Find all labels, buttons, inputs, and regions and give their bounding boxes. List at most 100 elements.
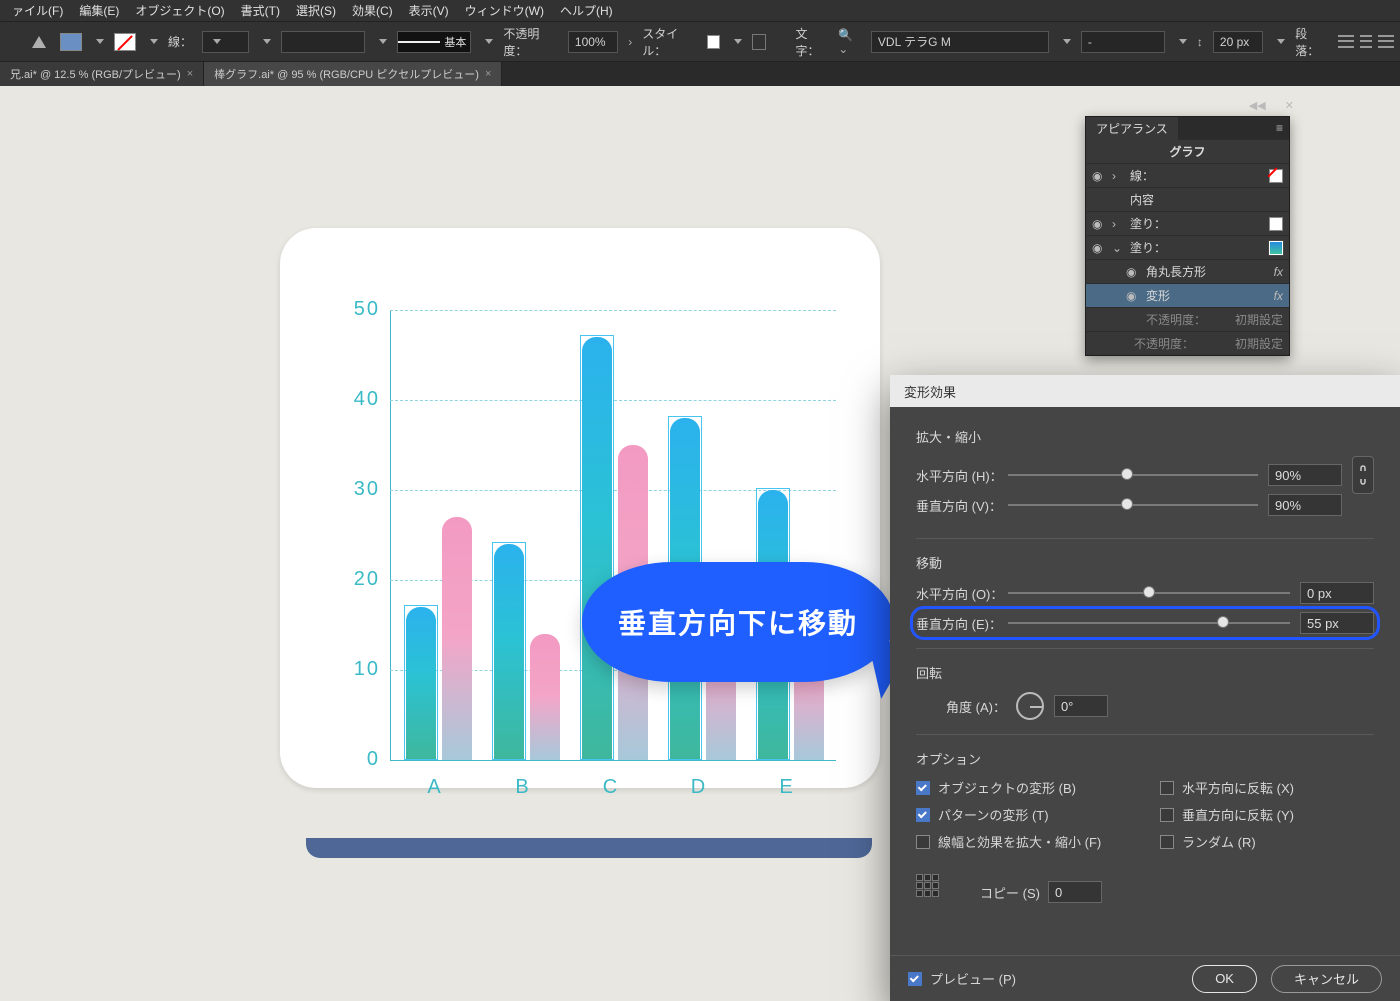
panel-close-icon[interactable]: ✕ — [1285, 99, 1294, 112]
ok-button[interactable]: OK — [1192, 965, 1257, 993]
close-icon[interactable]: × — [485, 68, 491, 80]
appearance-panel: ◀◀ ✕ アピアランス ≡ グラフ ◉ › 線： 内容 ◉ › 塗り： ◉ ⌄ … — [1085, 116, 1290, 356]
y-tick: 0 — [326, 748, 390, 771]
menu-object[interactable]: オブジェクト(O) — [127, 0, 232, 21]
move-v-slider[interactable] — [1008, 615, 1290, 631]
appearance-row-opacity[interactable]: 不透明度： 初期設定 — [1086, 307, 1289, 331]
font-family-field[interactable]: VDL テラG M — [871, 31, 1049, 53]
menu-file[interactable]: ァイル(F) — [4, 0, 71, 21]
chevron-down-icon[interactable] — [150, 39, 158, 44]
y-tick: 40 — [326, 388, 390, 411]
panel-collapse-icon[interactable]: ◀◀ — [1249, 99, 1266, 112]
align-center-icon[interactable] — [1358, 34, 1374, 50]
menu-view[interactable]: 表示(V) — [401, 0, 457, 21]
opacity-caret-icon[interactable]: › — [628, 35, 632, 49]
bar-pink[interactable] — [530, 634, 560, 760]
fill-swatch[interactable] — [60, 33, 82, 51]
close-icon[interactable]: × — [187, 68, 193, 80]
recolor-icon[interactable] — [752, 34, 767, 50]
visibility-icon[interactable]: ◉ — [1092, 169, 1106, 183]
stroke-swatch[interactable] — [114, 33, 136, 51]
angle-dial[interactable] — [1016, 692, 1044, 720]
visibility-icon[interactable]: ◉ — [1126, 289, 1140, 303]
align-right-icon[interactable] — [1378, 34, 1394, 50]
menu-effect[interactable]: 効果(C) — [344, 0, 401, 21]
section-move: 移動 — [916, 553, 1374, 572]
font-style-field[interactable]: - — [1081, 31, 1165, 53]
appearance-row-fill[interactable]: ◉ › 塗り： — [1086, 211, 1289, 235]
opacity-field[interactable]: 100% — [568, 31, 618, 53]
graphic-style-field[interactable]: 基本 — [397, 31, 472, 53]
chevron-down-icon[interactable] — [1277, 39, 1285, 44]
panel-menu-icon[interactable]: ≡ — [1276, 121, 1289, 135]
opt-random[interactable]: ランダム (R) — [1160, 832, 1374, 851]
appearance-row-opacity[interactable]: 不透明度： 初期設定 — [1086, 331, 1289, 355]
appearance-row-effect[interactable]: ◉ 角丸長方形 fx — [1086, 259, 1289, 283]
chevron-down-icon[interactable] — [1179, 39, 1187, 44]
opt-reflect-y[interactable]: 垂直方向に反転 (Y) — [1160, 805, 1374, 824]
chevron-down-icon[interactable] — [263, 39, 271, 44]
opt-transform-patterns[interactable]: パターンの変形 (T) — [916, 805, 1130, 824]
appearance-row-transform[interactable]: ◉ 変形 fx — [1086, 283, 1289, 307]
fill-gradient-swatch[interactable] — [1269, 241, 1283, 255]
menu-type[interactable]: 書式(T) — [233, 0, 288, 21]
menu-help[interactable]: ヘルプ(H) — [552, 0, 621, 21]
document-tab[interactable]: 兄.ai* @ 12.5 % (RGB/プレビュー) × — [0, 62, 204, 86]
preview-checkbox[interactable]: プレビュー (P) — [908, 969, 1016, 988]
row-label: 線： — [1130, 167, 1154, 184]
appearance-row-fill[interactable]: ◉ ⌄ 塗り： — [1086, 235, 1289, 259]
brush-field[interactable] — [281, 31, 365, 53]
chevron-down-icon[interactable] — [485, 39, 493, 44]
bar-pink[interactable] — [442, 517, 472, 760]
graphic-style-swatch[interactable] — [707, 35, 720, 49]
copies-value[interactable]: 0 — [1048, 881, 1102, 903]
scale-v-value[interactable]: 90% — [1268, 494, 1342, 516]
font-size-stepper[interactable]: ↕ — [1197, 35, 1203, 49]
cancel-button[interactable]: キャンセル — [1271, 965, 1382, 993]
scale-h-value[interactable]: 90% — [1268, 464, 1342, 486]
collapse-icon[interactable]: ⌄ — [1112, 241, 1124, 255]
menu-select[interactable]: 選択(S) — [288, 0, 344, 21]
move-h-value[interactable]: 0 px — [1300, 582, 1374, 604]
opacity-label: 不透明度： — [503, 25, 558, 59]
angle-value[interactable]: 0° — [1054, 695, 1108, 717]
appearance-row-content[interactable]: 内容 — [1086, 187, 1289, 211]
document-tab[interactable]: 棒グラフ.ai* @ 95 % (RGB/CPU ピクセルプレビュー) × — [204, 62, 502, 86]
appearance-row-stroke[interactable]: ◉ › 線： — [1086, 163, 1289, 187]
visibility-icon[interactable]: ◉ — [1092, 241, 1106, 255]
angle-label: 角度 (A)： — [946, 697, 1006, 716]
panel-tab-appearance[interactable]: アピアランス — [1086, 117, 1178, 140]
reference-point-grid[interactable] — [916, 874, 940, 898]
link-scale-icon[interactable] — [1352, 456, 1374, 494]
menu-window[interactable]: ウィンドウ(W) — [457, 0, 552, 21]
stroke-weight-field[interactable] — [202, 31, 249, 53]
chevron-down-icon[interactable] — [734, 39, 742, 44]
opt-scale-strokes[interactable]: 線幅と効果を拡大・縮小 (F) — [916, 832, 1130, 851]
visibility-icon[interactable]: ◉ — [1092, 217, 1106, 231]
scale-v-slider[interactable] — [1008, 497, 1258, 513]
stroke-none-swatch[interactable] — [1269, 169, 1283, 183]
opt-reflect-x[interactable]: 水平方向に反転 (X) — [1160, 778, 1374, 797]
chevron-down-icon[interactable] — [1063, 39, 1071, 44]
scale-h-slider[interactable] — [1008, 467, 1258, 483]
chevron-down-icon[interactable] — [379, 39, 387, 44]
font-size-field[interactable]: 20 px — [1213, 31, 1263, 53]
document-tabs: 兄.ai* @ 12.5 % (RGB/プレビュー) × 棒グラフ.ai* @ … — [0, 62, 1400, 86]
align-left-icon[interactable] — [1338, 34, 1354, 50]
bar-blue[interactable] — [582, 337, 612, 760]
visibility-icon[interactable]: ◉ — [1126, 265, 1140, 279]
move-h-slider[interactable] — [1008, 585, 1290, 601]
bar-blue[interactable] — [406, 607, 436, 760]
chevron-down-icon[interactable] — [96, 39, 104, 44]
fill-swatch[interactable] — [1269, 217, 1283, 231]
bar-blue[interactable] — [494, 544, 524, 760]
row-label: 塗り： — [1130, 239, 1166, 256]
menu-edit[interactable]: 編集(E) — [71, 0, 127, 21]
opt-transform-objects[interactable]: オブジェクトの変形 (B) — [916, 778, 1130, 797]
expand-icon[interactable]: › — [1112, 217, 1124, 231]
move-v-value[interactable]: 55 px — [1300, 612, 1374, 634]
annotation-text: 垂直方向下に移動 — [618, 608, 858, 639]
x-label: C — [576, 776, 646, 799]
expand-icon[interactable]: › — [1112, 169, 1124, 183]
row-value: 初期設定 — [1235, 335, 1283, 352]
